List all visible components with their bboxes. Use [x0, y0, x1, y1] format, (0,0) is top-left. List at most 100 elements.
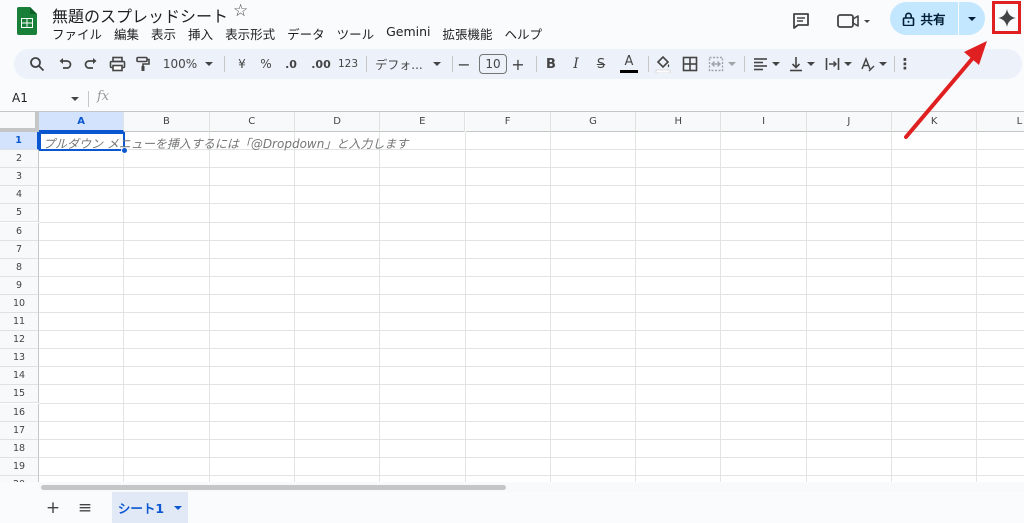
row-header-8[interactable]: 8: [0, 258, 39, 277]
menu-format[interactable]: 表示形式: [225, 24, 281, 42]
share-dropdown-icon[interactable]: [959, 2, 985, 35]
vertical-align-icon[interactable]: [786, 53, 818, 75]
column-header-l[interactable]: L: [977, 112, 1024, 132]
row-header-20[interactable]: 20: [0, 475, 39, 482]
sheets-logo-icon[interactable]: [17, 7, 37, 35]
row-header-9[interactable]: 9: [0, 276, 39, 295]
row-header-18[interactable]: 18: [0, 439, 39, 458]
format-currency-button[interactable]: ¥: [232, 53, 252, 75]
comments-icon[interactable]: [790, 10, 812, 32]
select-all-corner[interactable]: [0, 112, 39, 132]
text-rotation-icon[interactable]: [857, 53, 889, 75]
fill-color-icon[interactable]: [652, 53, 674, 75]
spreadsheet-grid[interactable]: A B C D E F G H I J K L 1 2 3 4 5 6 7 8 9 10 11 12 13 14 15 16 17 18 1…: [0, 111, 1024, 482]
bold-button[interactable]: B: [542, 53, 560, 75]
add-sheet-button[interactable]: +: [44, 498, 62, 518]
menu-gemini[interactable]: Gemini: [386, 24, 436, 42]
row-header-14[interactable]: 14: [0, 367, 39, 386]
column-header-g[interactable]: G: [550, 112, 637, 132]
menu-extensions[interactable]: 拡張機能: [443, 24, 499, 42]
merge-cells-icon[interactable]: [706, 53, 738, 75]
name-box[interactable]: A1: [12, 91, 28, 105]
share-button[interactable]: 共有: [890, 2, 985, 35]
horizontal-scrollbar[interactable]: [39, 483, 1024, 492]
sheet-tabs-bar: + ≡ シート1: [0, 492, 1024, 523]
sheet-tab-dropdown-icon[interactable]: [174, 505, 183, 510]
row-header-16[interactable]: 16: [0, 403, 39, 422]
menu-file[interactable]: ファイル: [52, 24, 108, 42]
dropdown-hint-placeholder: プルダウン メニューを挿入するには「@Dropdown」と入力します: [43, 137, 409, 151]
row-header-13[interactable]: 13: [0, 349, 39, 368]
meet-video-icon[interactable]: [836, 10, 872, 32]
menu-tools[interactable]: ツール: [337, 24, 381, 42]
text-wrapping-icon[interactable]: [822, 53, 854, 75]
text-color-bar: [620, 70, 638, 73]
row-header-10[interactable]: 10: [0, 294, 39, 313]
menu-help[interactable]: ヘルプ: [505, 24, 549, 42]
column-header-i[interactable]: I: [721, 112, 807, 132]
header: 無題のスプレッドシート ☆ ファイル 編集 表示 挿入 表示形式 データ ツール…: [0, 0, 1024, 46]
format-percent-button[interactable]: %: [256, 53, 276, 75]
italic-button[interactable]: I: [567, 53, 585, 75]
row-gridline: [39, 203, 1024, 205]
column-header-a[interactable]: A: [39, 112, 125, 132]
column-header-h[interactable]: H: [636, 112, 722, 132]
row-header-3[interactable]: 3: [0, 168, 39, 187]
column-header-e[interactable]: E: [380, 112, 466, 132]
toolbar-separator: [224, 56, 225, 72]
menu-insert[interactable]: 挿入: [188, 24, 219, 42]
name-box-dropdown-icon[interactable]: [71, 97, 79, 101]
fx-icon: fx: [97, 89, 110, 104]
star-icon[interactable]: ☆: [233, 1, 248, 21]
menu-view[interactable]: 表示: [151, 24, 182, 42]
undo-icon[interactable]: [54, 53, 76, 75]
print-icon[interactable]: [106, 53, 128, 75]
column-header-c[interactable]: C: [209, 112, 295, 132]
column-header-j[interactable]: J: [806, 112, 892, 132]
text-color-button[interactable]: A: [618, 53, 640, 75]
share-main[interactable]: 共有: [890, 2, 958, 35]
font-select[interactable]: デフォ...: [372, 53, 444, 75]
gemini-button[interactable]: [992, 1, 1021, 34]
horizontal-scrollbar-thumb[interactable]: [41, 485, 506, 490]
row-header-11[interactable]: 11: [0, 313, 39, 332]
row-gridline: [39, 456, 1024, 458]
font-size-field[interactable]: 10: [478, 53, 508, 75]
column-header-d[interactable]: D: [294, 112, 381, 132]
row-header-6[interactable]: 6: [0, 222, 39, 241]
search-menus-icon[interactable]: [26, 53, 48, 75]
row-gridline: [39, 257, 1024, 259]
sheet-tab-active[interactable]: シート1: [112, 492, 188, 523]
row-header-19[interactable]: 19: [0, 457, 39, 476]
all-sheets-button[interactable]: ≡: [76, 498, 94, 518]
redo-icon[interactable]: [80, 53, 102, 75]
row-header-4[interactable]: 4: [0, 186, 39, 205]
zoom-select[interactable]: 100%: [160, 53, 216, 75]
row-header-5[interactable]: 5: [0, 204, 39, 223]
increase-decimal-button[interactable]: .00: [308, 53, 334, 75]
toolbar-separator: [536, 56, 537, 72]
column-header-b[interactable]: B: [124, 112, 210, 132]
row-header-17[interactable]: 17: [0, 421, 39, 440]
horizontal-align-icon[interactable]: [750, 53, 782, 75]
decrease-decimal-button[interactable]: .0: [280, 53, 302, 75]
column-header-k[interactable]: K: [892, 112, 978, 132]
menu-data[interactable]: データ: [287, 24, 331, 42]
increase-decimal-label: .00: [311, 57, 331, 71]
number-format-button[interactable]: 123: [336, 53, 360, 75]
sheet-tab-label: シート1: [117, 501, 165, 516]
more-options-icon[interactable]: ⋮: [894, 53, 916, 75]
font-size-value: 10: [479, 54, 507, 74]
strikethrough-button[interactable]: S: [592, 53, 610, 75]
row-header-7[interactable]: 7: [0, 240, 39, 259]
increase-font-size-button[interactable]: +: [510, 53, 526, 75]
column-header-f[interactable]: F: [465, 112, 551, 132]
paint-format-icon[interactable]: [132, 53, 154, 75]
row-header-12[interactable]: 12: [0, 331, 39, 350]
menu-edit[interactable]: 編集: [114, 24, 145, 42]
decrease-font-size-button[interactable]: −: [456, 53, 472, 75]
borders-icon[interactable]: [679, 53, 701, 75]
row-header-1[interactable]: 1: [0, 132, 39, 151]
row-header-15[interactable]: 15: [0, 385, 39, 404]
row-header-2[interactable]: 2: [0, 150, 39, 169]
